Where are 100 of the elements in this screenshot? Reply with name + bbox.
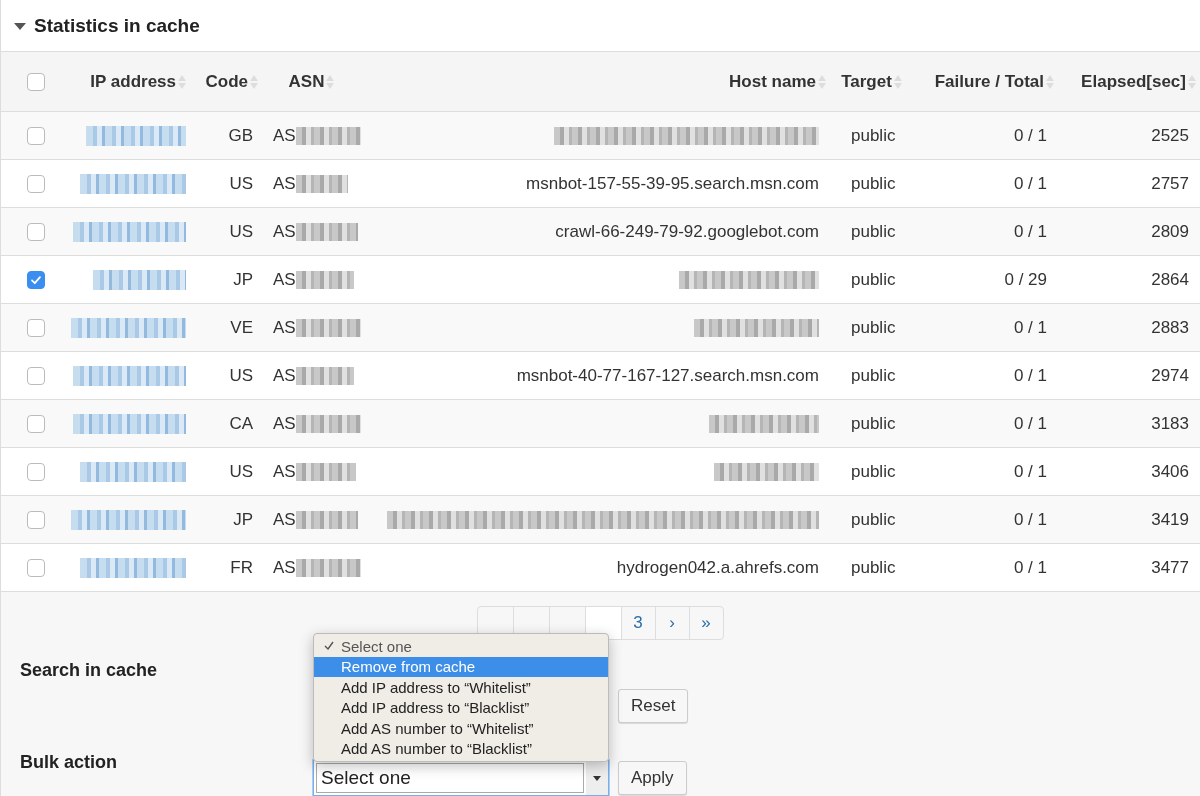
table-cell-text: 0 / 1 [1012, 317, 1048, 338]
blurred-ip-link[interactable] [71, 317, 186, 338]
blurred-text [295, 414, 361, 433]
table-cell-text: public [850, 173, 897, 194]
column-header[interactable]: IP address [90, 71, 176, 92]
table-cell-text: US [228, 173, 254, 194]
table-cell-text: 0 / 1 [1012, 173, 1048, 194]
apply-button[interactable]: Apply [618, 761, 687, 795]
table-cell-text: VE [229, 317, 254, 338]
blurred-ip-link[interactable] [73, 413, 186, 434]
check-icon [324, 641, 334, 650]
pagination-link[interactable]: » [688, 606, 724, 640]
blurred-text [295, 462, 356, 481]
table-cell-text: 0 / 1 [1012, 125, 1048, 146]
checkbox[interactable] [27, 72, 45, 91]
table-cell-text: 0 / 1 [1012, 365, 1048, 386]
table-cell-text: public [850, 125, 897, 146]
column-header[interactable]: Elapsed[sec] [1081, 71, 1186, 92]
blurred-text [295, 126, 361, 145]
table-cell-text: 2883 [1150, 317, 1190, 338]
blurred-ip-link[interactable] [80, 461, 186, 482]
table-cell: AS [273, 557, 296, 578]
table-cell-text: CA [228, 413, 254, 434]
table-cell-text: 2809 [1150, 221, 1190, 242]
blurred-text [295, 558, 361, 577]
table-cell: AS [273, 269, 296, 290]
checkbox[interactable] [27, 462, 45, 481]
checkbox[interactable] [27, 366, 45, 385]
blurred-ip-link[interactable] [71, 509, 186, 530]
checkbox[interactable] [27, 174, 45, 193]
column-header[interactable]: ASN [288, 71, 325, 92]
table-cell: msnbot-40-77-167-127.search.msn.com [516, 365, 819, 386]
pagination-link[interactable]: › [654, 606, 690, 640]
table-cell: AS [273, 365, 296, 386]
table-cell-text: 0 / 1 [1012, 221, 1048, 242]
table-cell-text: 3419 [1150, 509, 1190, 530]
blurred-text [295, 510, 358, 529]
table-cell-text: public [850, 365, 897, 386]
field-label: Search in cache [19, 659, 159, 682]
blurred-text [295, 174, 348, 193]
checkbox[interactable] [27, 126, 45, 145]
checkbox[interactable] [27, 558, 45, 577]
table-cell-text: 2525 [1150, 125, 1190, 146]
checkbox[interactable] [27, 222, 45, 241]
checkbox[interactable] [27, 414, 45, 433]
table-cell-text: JP [232, 269, 254, 290]
menu-option[interactable]: Add AS number to “Blacklist” [314, 738, 608, 759]
reset-button[interactable]: Reset [618, 689, 689, 723]
table-cell-text: public [850, 413, 897, 434]
field-label: Bulk action [19, 752, 118, 774]
table-cell: AS [273, 509, 296, 530]
checkbox[interactable] [27, 510, 45, 529]
blurred-ip-link[interactable] [73, 221, 186, 242]
menu-option[interactable]: Select one [314, 636, 608, 657]
table-cell-text: US [228, 461, 254, 482]
table-cell-text: 3183 [1150, 413, 1190, 434]
table-cell-text: 3477 [1150, 557, 1190, 578]
blurred-ip-link[interactable] [86, 125, 186, 146]
table-cell: crawl-66-249-79-92.googlebot.com [555, 221, 819, 242]
checkbox[interactable] [27, 318, 45, 337]
column-header[interactable]: Host name [729, 71, 816, 92]
blurred-ip-link[interactable] [93, 269, 186, 290]
column-header[interactable]: Target [841, 71, 892, 92]
blurred-ip-link[interactable] [80, 557, 186, 578]
blurred-text [295, 222, 358, 241]
panel-title: Statistics in cache [34, 14, 200, 37]
table-cell: AS [273, 125, 296, 146]
table-cell-text: US [228, 221, 254, 242]
table-cell-text: public [850, 221, 897, 242]
table-cell-text: public [850, 269, 897, 290]
pagination-link[interactable]: 3 [620, 606, 656, 640]
table-cell-text: GB [227, 125, 254, 146]
table-cell-text: 0 / 1 [1012, 557, 1048, 578]
table-cell-text: 0 / 29 [1003, 269, 1048, 290]
menu-option[interactable]: Add AS number to “Whitelist” [314, 718, 608, 739]
table-cell: AS [273, 461, 296, 482]
table-cell-text: public [850, 509, 897, 530]
caret-down-icon [593, 775, 601, 781]
table-cell-text: 3406 [1150, 461, 1190, 482]
table-cell-text: JP [232, 509, 254, 530]
table-cell: AS [273, 221, 296, 242]
checkbox[interactable] [27, 270, 45, 289]
table-cell-text: 0 / 1 [1012, 413, 1048, 434]
table-cell-text: 2757 [1150, 173, 1190, 194]
menu-option[interactable]: Add IP address to “Whitelist” [314, 677, 608, 698]
column-header[interactable]: Code [205, 71, 248, 92]
table-cell: AS [273, 173, 296, 194]
table-cell: AS [273, 317, 296, 338]
table-cell-text: FR [229, 557, 254, 578]
blurred-ip-link[interactable] [80, 173, 186, 194]
bulk-action-select[interactable]: Select one [313, 760, 609, 796]
table-cell-text: public [850, 317, 897, 338]
blurred-ip-link[interactable] [73, 365, 186, 386]
table-cell: msnbot-157-55-39-95.search.msn.com [526, 173, 819, 194]
table-cell-text: 2974 [1150, 365, 1190, 386]
menu-option[interactable]: Add IP address to “Blacklist” [314, 697, 608, 718]
blurred-text [295, 270, 354, 289]
column-header[interactable]: Failure / Total [934, 71, 1044, 92]
table-cell-text: public [850, 461, 897, 482]
table-cell-text: 0 / 1 [1012, 461, 1048, 482]
